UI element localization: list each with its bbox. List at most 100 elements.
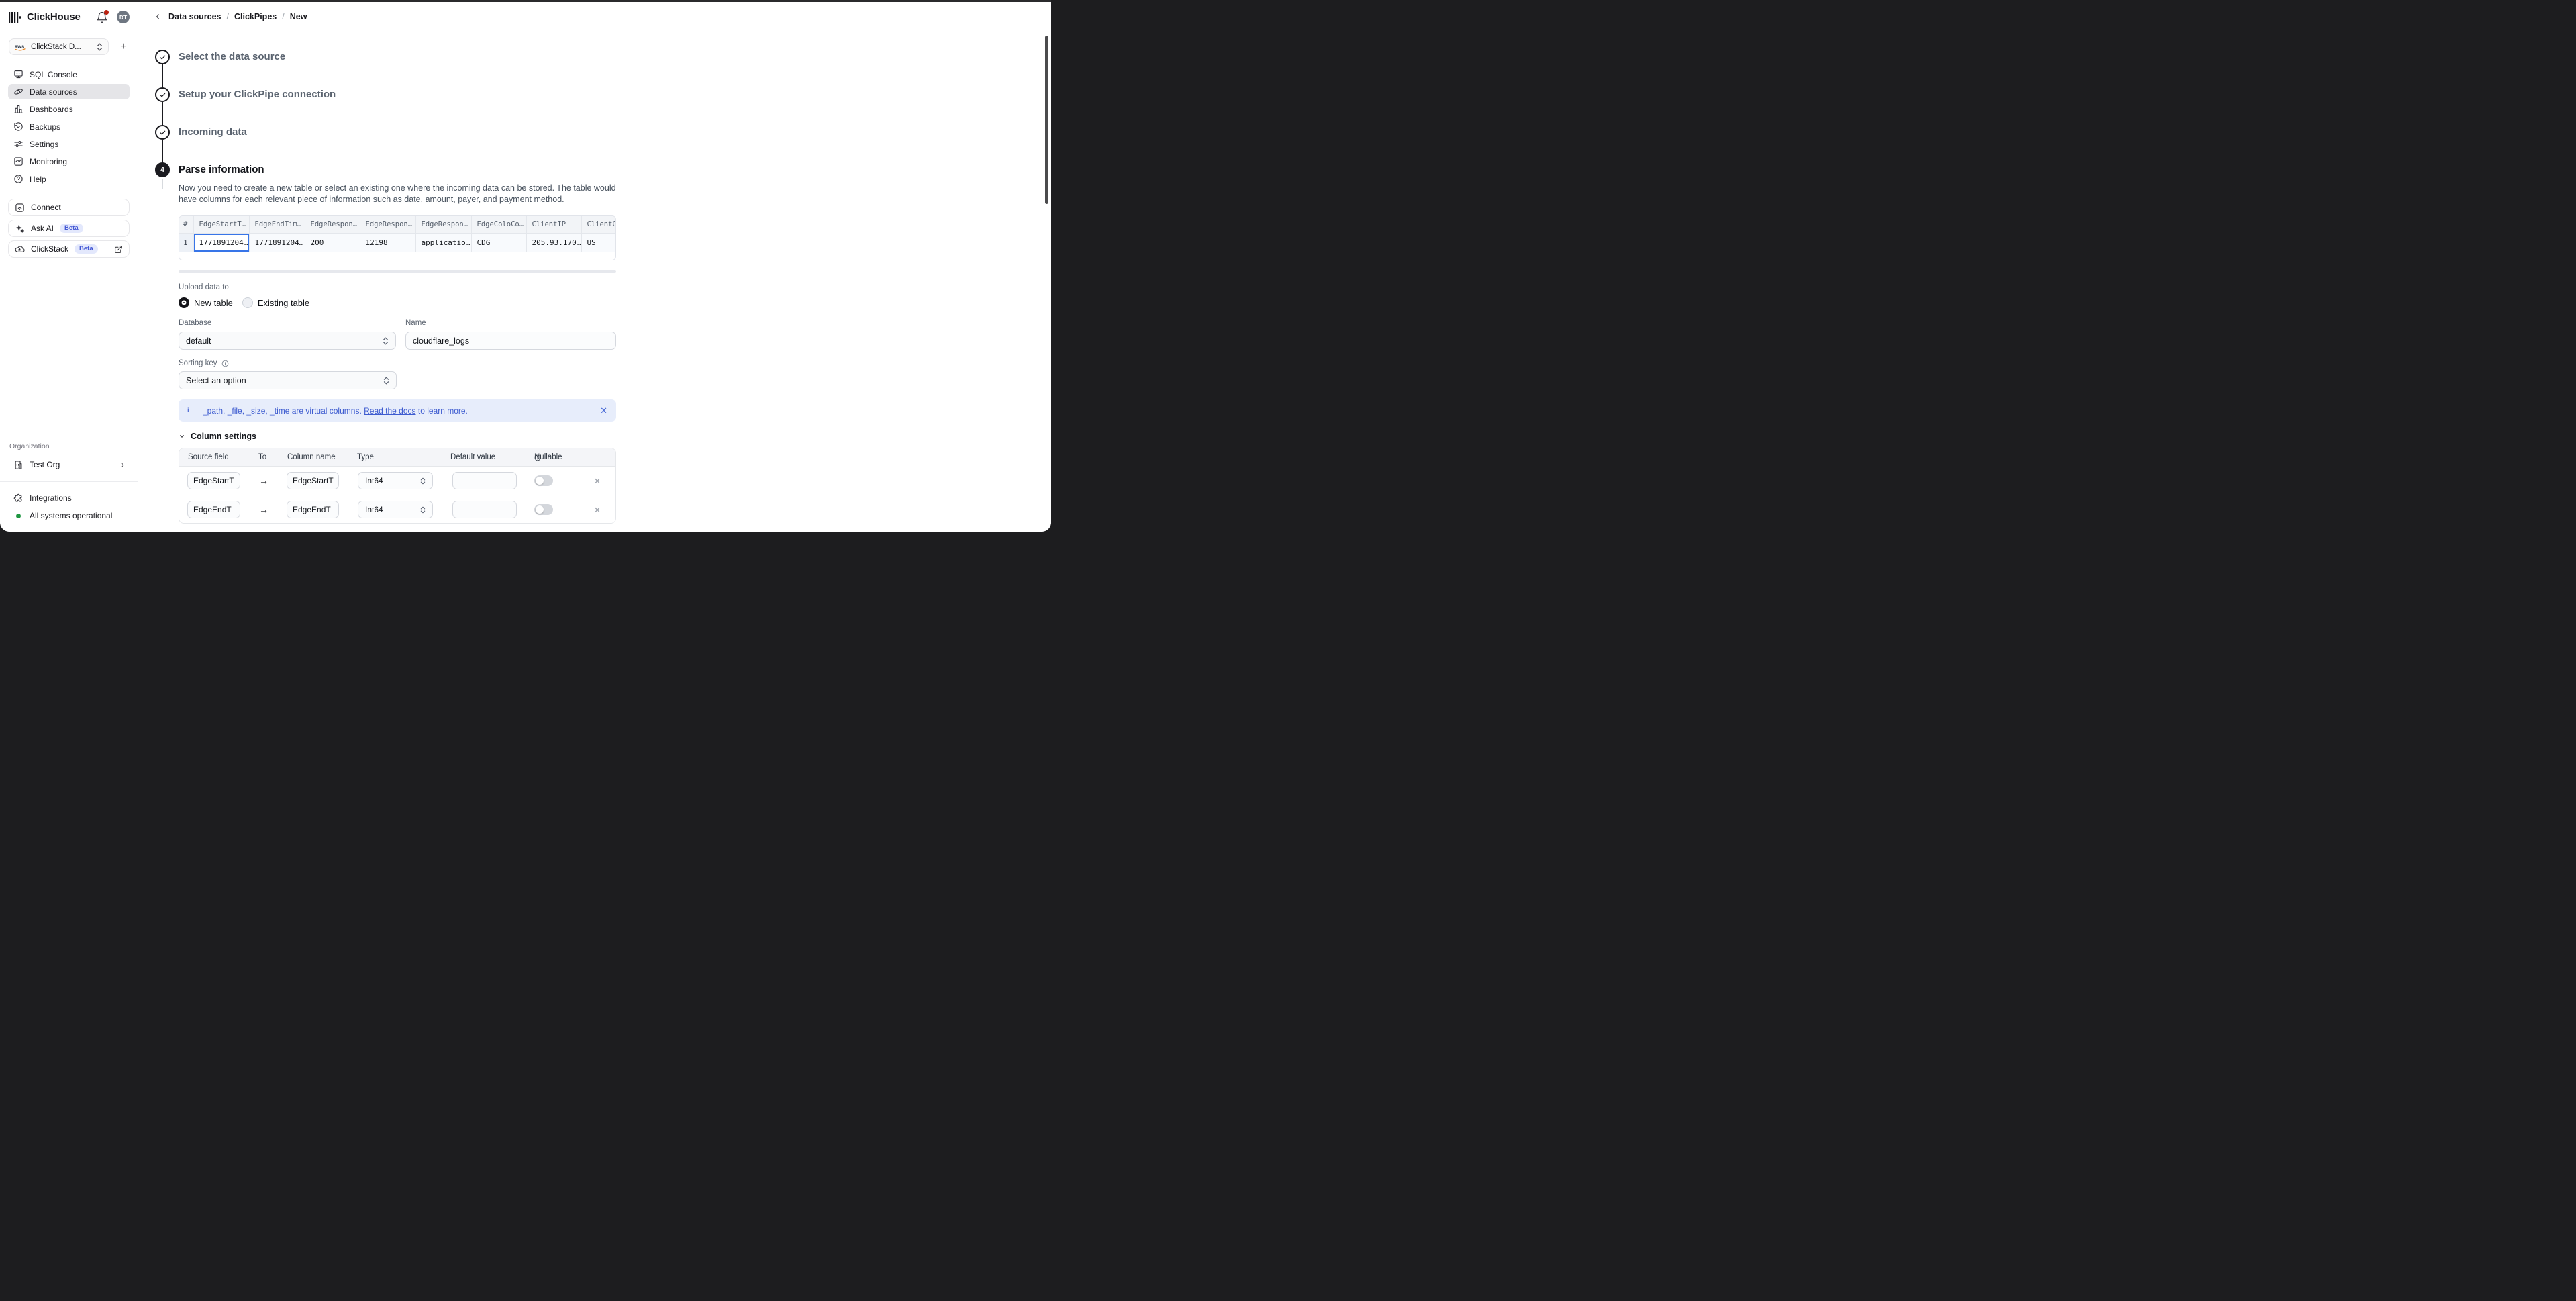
nullable-toggle[interactable] [534,475,553,486]
cloud-chart-icon [15,244,25,254]
sidebar-item-monitoring[interactable]: Monitoring [8,154,130,169]
table-name-input[interactable] [405,332,616,350]
nullable-toggle[interactable] [534,504,553,515]
connect-button[interactable]: Connect [8,199,130,216]
source-field-input[interactable]: EdgeStartT [187,472,240,489]
selected-cell[interactable]: 1771891204… [193,233,249,252]
sidebar-item-dashboards[interactable]: Dashboards [8,101,130,117]
column-name-input[interactable]: EdgeStartT [287,472,339,489]
radio-new-table[interactable]: New table [179,297,233,308]
radio-selected-icon [179,297,189,308]
step-title: Incoming data [179,125,625,140]
database-selected-value: default [186,336,211,346]
connect-label: Connect [31,203,61,212]
breadcrumb-clickpipes[interactable]: ClickPipes [234,12,277,21]
step-incoming-data: Incoming data [155,125,625,162]
step-title: Setup your ClickPipe connection [179,87,625,102]
sidebar-item-label: Backups [30,122,60,132]
notifications-bell-icon[interactable] [96,11,108,23]
breadcrumb-new[interactable]: New [290,12,307,21]
service-selector[interactable]: aws ClickStack D... [9,38,109,55]
system-status-link[interactable]: All systems operational [8,508,130,523]
step-parse-information: 4 Parse information Now you need to crea… [155,162,625,524]
remove-column-icon[interactable]: ✕ [590,467,605,495]
column-header: # [179,216,193,233]
app-title: ClickHouse [27,11,81,23]
integrations-link[interactable]: Integrations [8,491,130,505]
breadcrumb-data-sources[interactable]: Data sources [168,12,221,21]
data-cell[interactable]: 205.93.170… [526,233,581,252]
aws-logo-icon: aws [15,43,27,51]
sidebar-footer: Integrations All systems operational [0,491,138,523]
database-select[interactable]: default [179,332,396,350]
dashboards-icon [13,104,23,114]
chevron-updown-icon [420,506,426,514]
data-cell[interactable]: 200 [305,233,360,252]
sidebar-item-label: Monitoring [30,157,67,166]
toggle-knob [536,477,544,485]
default-value-input[interactable] [452,472,517,489]
type-select[interactable]: Int64 [358,472,433,489]
status-dot-icon [16,514,21,518]
source-field-input[interactable]: EdgeEndT [187,501,240,518]
horizontal-scrollbar[interactable] [179,270,616,273]
breadcrumb-separator: / [227,12,229,21]
type-select[interactable]: Int64 [358,501,433,518]
organization-selector[interactable]: Test Org › [8,456,130,473]
read-the-docs-link[interactable]: Read the docs [364,406,415,416]
svg-text:aws: aws [15,43,24,49]
sidebar-item-sql-console[interactable]: SQL Console [8,66,130,82]
service-row: aws ClickStack D... + [0,32,138,55]
column-settings-header: Source field To Column name Type Default… [179,448,615,467]
column-settings-toggle[interactable]: Column settings [179,432,625,441]
sidebar-item-backups[interactable]: Backups [8,119,130,134]
column-name-input[interactable]: EdgeEndT [287,501,339,518]
data-cell[interactable]: 12198 [360,233,415,252]
sidebar-item-settings[interactable]: Settings [8,136,130,152]
column-header: EdgeRespon… [305,216,360,233]
sidebar-nav: SQL Console Data sources Dashboards Back… [0,66,138,187]
data-cell[interactable]: applicatio… [415,233,471,252]
step-check-icon [155,125,170,140]
data-cell[interactable]: CDG [471,233,526,252]
add-service-button[interactable]: + [117,41,130,53]
info-icon[interactable] [534,448,541,467]
chevron-updown-icon [383,337,389,345]
avatar[interactable]: DT [117,11,130,23]
beta-badge: Beta [60,224,83,234]
info-icon: i [187,407,193,414]
column-header: EdgeRespon… [415,216,471,233]
radio-unselected-icon [242,297,253,308]
back-button[interactable] [154,13,162,21]
database-name-fields: Database default Name [179,319,625,350]
default-value-input[interactable] [452,501,517,518]
column-header: EdgeEndTim… [249,216,305,233]
sidebar-item-label: Help [30,175,46,184]
info-icon[interactable] [221,360,229,367]
puzzle-icon [13,493,23,503]
divider [0,481,138,482]
app-shell: ClickHouse DT aws ClickStack D... [0,2,1051,532]
data-cell[interactable]: US [581,233,615,252]
sql-console-icon [13,69,23,79]
sidebar-item-data-sources[interactable]: Data sources [8,84,130,99]
sidebar-shortcuts: Connect Ask AI Beta ClickStack Beta [0,199,138,258]
data-cell[interactable]: 1771891204… [249,233,305,252]
radio-existing-table[interactable]: Existing table [242,297,309,308]
ask-ai-label: Ask AI [31,224,54,233]
monitoring-icon [13,156,23,166]
sidebar-item-help[interactable]: Help [8,171,130,187]
name-label: Name [405,319,616,327]
header-column-name: Column name [287,448,336,467]
sidebar-bottom: Organization Test Org › Integrations All… [0,442,138,532]
remove-column-icon[interactable]: ✕ [590,495,605,524]
ask-ai-button[interactable]: Ask AI Beta [8,220,130,237]
vertical-scrollbar-thumb[interactable] [1045,36,1048,204]
preview-data-row: 1 1771891204… 1771891204… 200 12198 appl… [179,233,615,252]
virtual-columns-banner: i _path, _file, _size, _time are virtual… [179,399,616,422]
sorting-key-select[interactable]: Select an option [179,371,397,389]
banner-close-icon[interactable]: ✕ [600,406,607,415]
header-type: Type [357,448,374,467]
clickstack-button[interactable]: ClickStack Beta [8,240,130,258]
arrow-right-icon: → [241,467,287,495]
